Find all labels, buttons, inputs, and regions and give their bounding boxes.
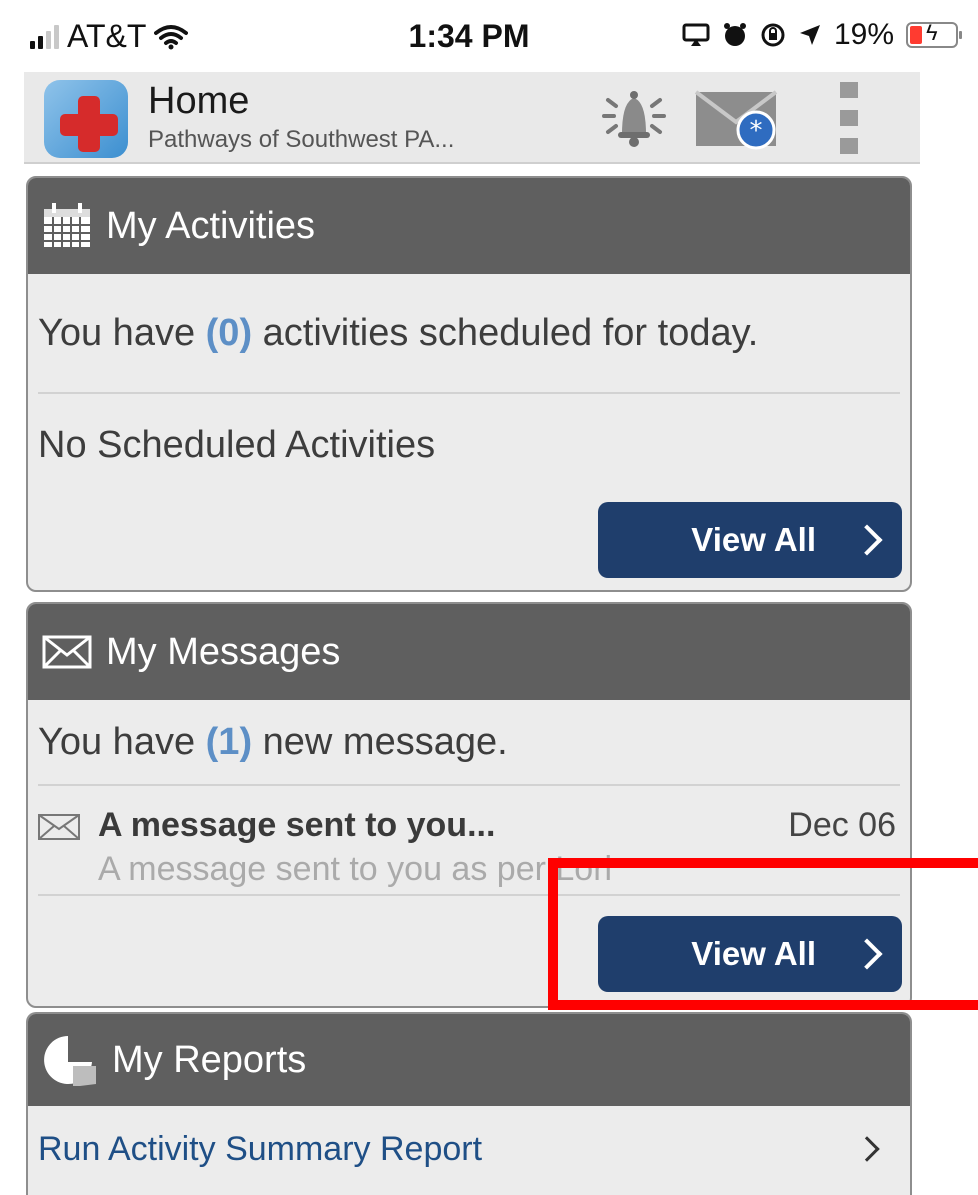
activities-header: My Activities bbox=[28, 178, 910, 274]
calendar-icon bbox=[44, 203, 90, 247]
messages-count: (1) bbox=[205, 720, 253, 763]
more-icon[interactable] bbox=[840, 82, 862, 154]
reports-header: My Reports bbox=[28, 1014, 910, 1106]
message-title: A message sent to you... bbox=[98, 806, 496, 844]
activities-view-all-button[interactable]: View All bbox=[598, 502, 902, 578]
activities-summary: You have (0) activities scheduled for to… bbox=[38, 274, 900, 394]
battery-icon: ϟ bbox=[906, 20, 962, 48]
report-item-activity-summary[interactable]: Run Activity Summary Report bbox=[28, 1106, 910, 1192]
messages-header: My Messages bbox=[28, 604, 910, 700]
message-date: Dec 06 bbox=[788, 806, 896, 844]
activities-card: My Activities You have (0) activities sc… bbox=[26, 176, 912, 592]
activities-empty-text: No Scheduled Activities bbox=[38, 424, 436, 466]
messages-summary: You have (1) new message. bbox=[38, 700, 900, 786]
envelope-icon bbox=[42, 635, 92, 669]
app-header: Home Pathways of Southwest PA... * bbox=[24, 72, 920, 164]
reports-title: My Reports bbox=[112, 1038, 307, 1081]
message-preview: A message sent to you as per Lori bbox=[98, 850, 613, 888]
page-subtitle: Pathways of Southwest PA... bbox=[148, 126, 455, 153]
chevron-right-icon bbox=[851, 524, 883, 556]
screen-mirror-icon bbox=[682, 23, 710, 46]
mail-icon[interactable]: * bbox=[694, 88, 790, 152]
page-title: Home bbox=[148, 80, 250, 122]
messages-title: My Messages bbox=[106, 630, 341, 673]
rotation-lock-icon bbox=[761, 23, 785, 47]
highlight-box bbox=[548, 858, 978, 1010]
pie-chart-icon bbox=[44, 1036, 96, 1086]
report-item-label: Run Activity Summary Report bbox=[38, 1129, 483, 1168]
battery-percent: 19% bbox=[833, 18, 894, 51]
status-bar: AT&T 1:34 PM 19% ϟ bbox=[0, 0, 978, 72]
chevron-right-icon bbox=[854, 1136, 880, 1162]
activities-count: (0) bbox=[205, 311, 253, 354]
svg-text:*: * bbox=[750, 116, 763, 146]
status-right: 19% ϟ bbox=[682, 18, 962, 52]
location-icon bbox=[799, 25, 820, 45]
activities-title: My Activities bbox=[106, 204, 316, 247]
alarm-icon bbox=[723, 23, 746, 46]
reports-card: My Reports Run Activity Summary Report bbox=[26, 1012, 912, 1195]
app-logo bbox=[44, 80, 128, 158]
envelope-icon bbox=[38, 814, 80, 840]
bell-icon[interactable] bbox=[594, 82, 674, 152]
